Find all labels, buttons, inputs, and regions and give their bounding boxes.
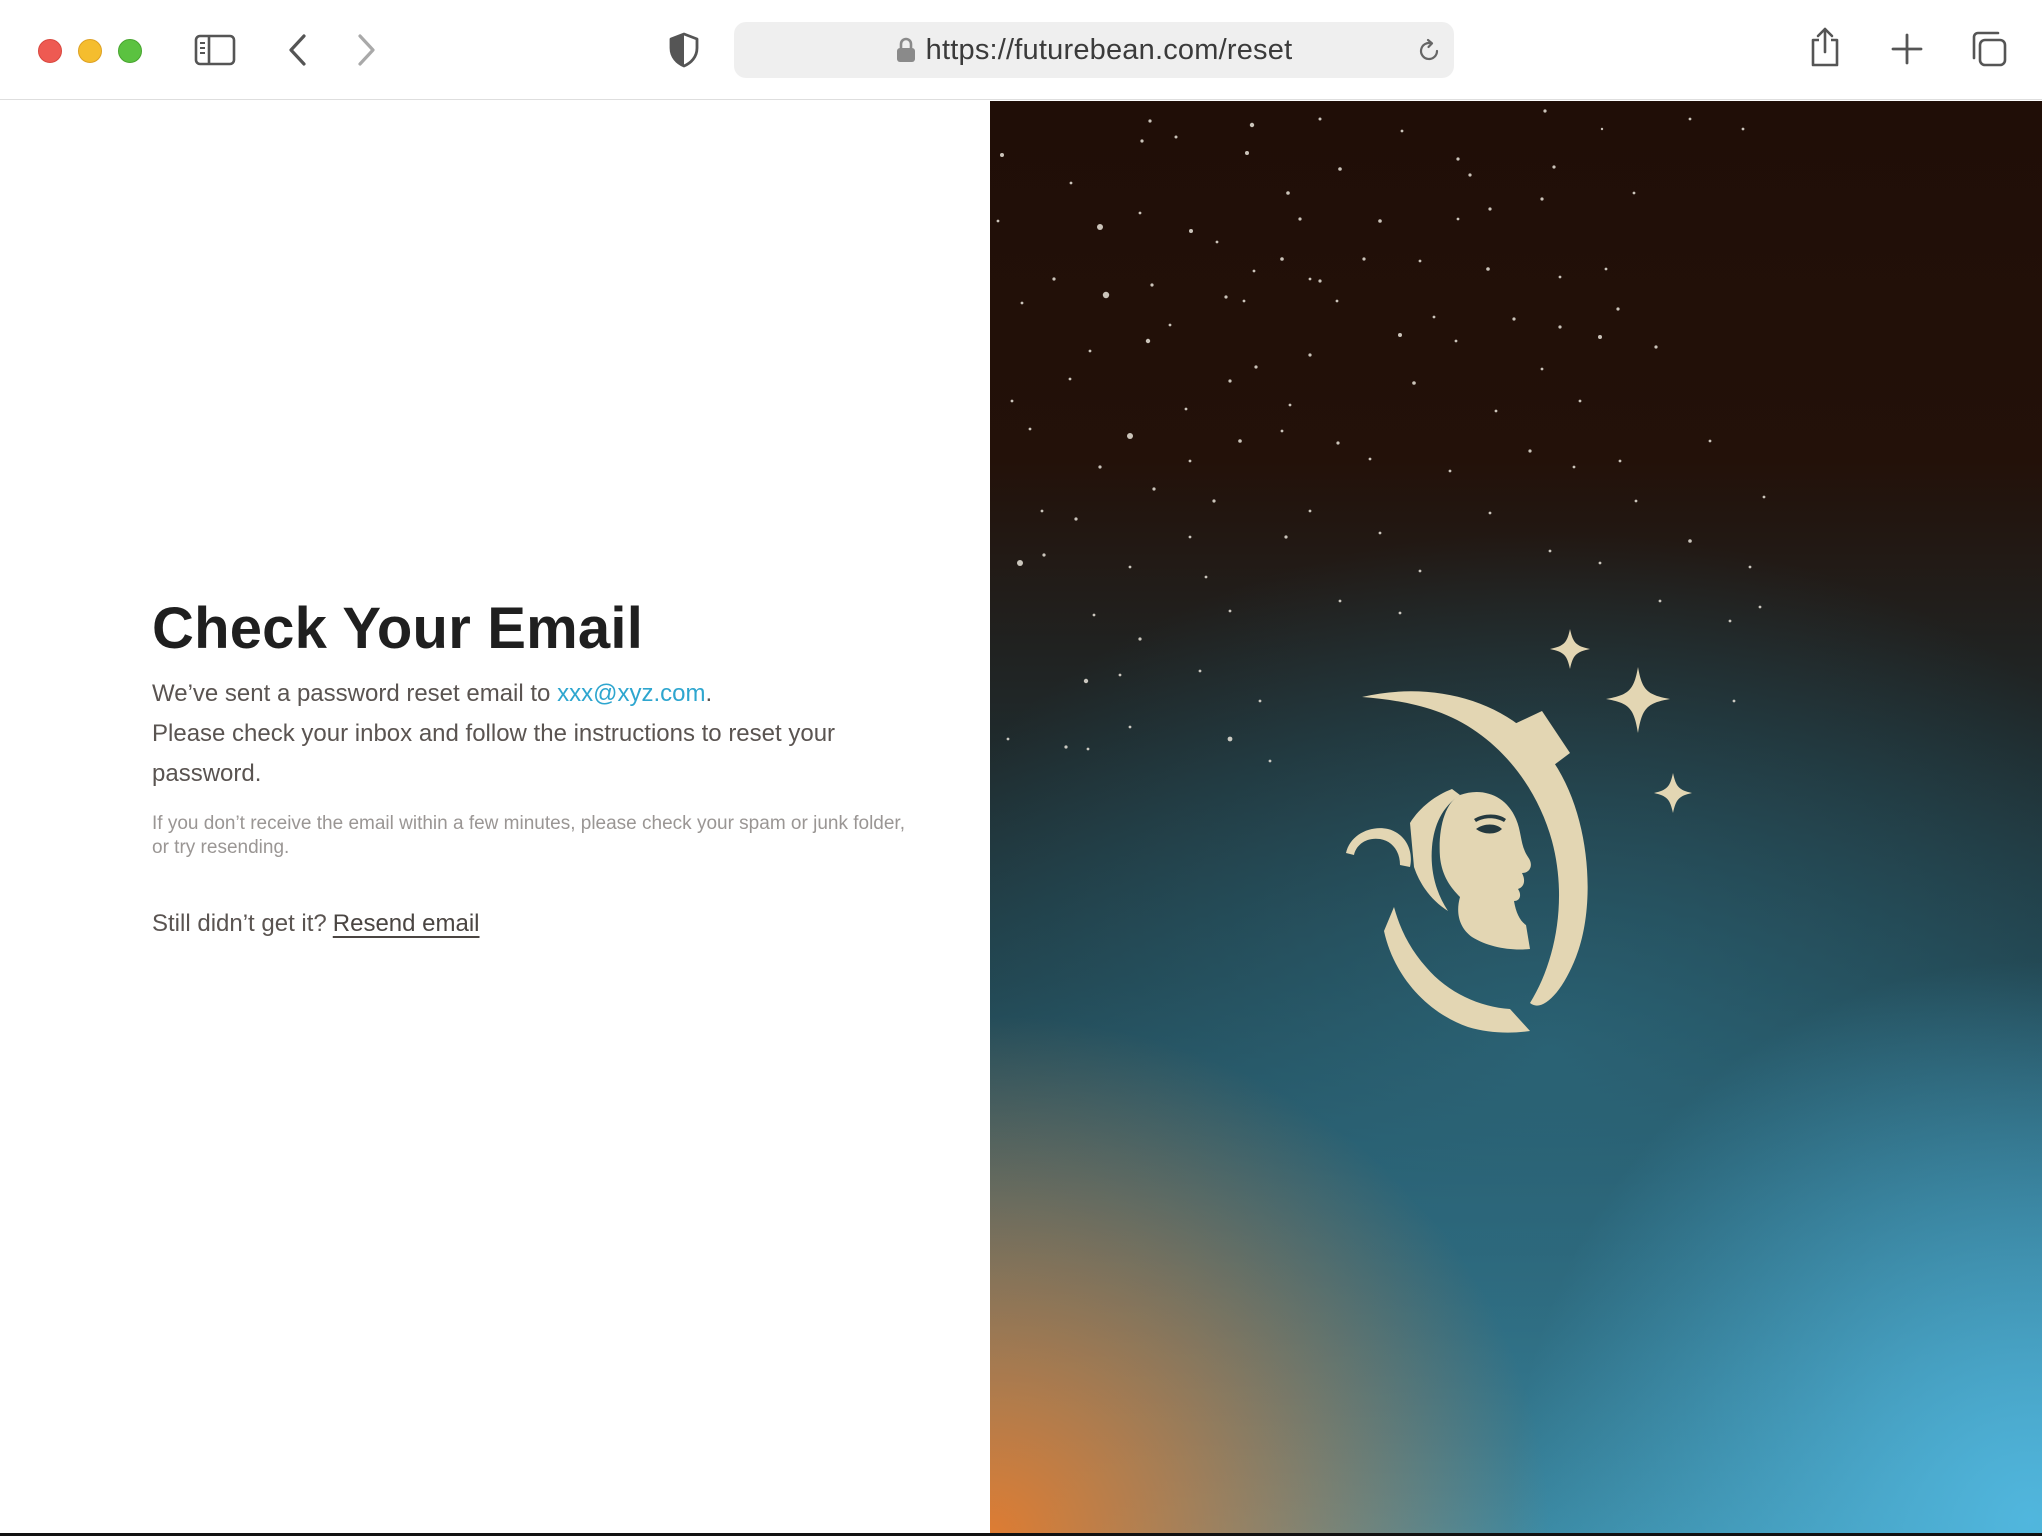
- sparkle-small-top: [1550, 629, 1590, 669]
- sparkle-large: [1606, 667, 1670, 733]
- astronaut-logo: [1346, 629, 1692, 1033]
- message-instructions: Please check your inbox and follow the i…: [152, 720, 836, 787]
- reset-confirmation-panel: Check Your Email We’ve sent a password r…: [152, 594, 912, 938]
- resend-row: Still didn’t get it? Resend email: [152, 910, 912, 938]
- hero-illustration: [990, 101, 2042, 1536]
- privacy-shield-icon[interactable]: [668, 32, 700, 68]
- confirmation-message: We’ve sent a password reset email to xxx…: [152, 674, 912, 794]
- address-bar[interactable]: https://futurebean.com/reset: [734, 22, 1454, 78]
- tab-overview-icon[interactable]: [1970, 30, 2008, 68]
- reload-icon[interactable]: [1416, 38, 1442, 64]
- resend-email-link[interactable]: Resend email: [333, 910, 480, 937]
- sidebar-toggle-icon[interactable]: [194, 34, 236, 66]
- share-icon[interactable]: [1808, 26, 1842, 68]
- message-period: .: [705, 680, 713, 707]
- resend-prompt: Still didn’t get it?: [152, 910, 327, 937]
- sparkle-small-bottom: [1654, 773, 1692, 813]
- message-prefix: We’ve sent a password reset email to: [152, 680, 558, 707]
- spam-note: If you don’t receive the email within a …: [152, 813, 905, 858]
- chevron-right-icon[interactable]: [354, 32, 378, 68]
- zoom-window-button[interactable]: [118, 39, 142, 63]
- helmet-ear: [1346, 828, 1411, 867]
- close-window-button[interactable]: [38, 39, 62, 63]
- minimize-window-button[interactable]: [78, 39, 102, 63]
- browser-toolbar: https://futurebean.com/reset: [0, 0, 2042, 100]
- lock-icon: [896, 37, 915, 62]
- plus-icon[interactable]: [1890, 32, 1924, 66]
- page-title: Check Your Email: [152, 596, 644, 661]
- url-text: https://futurebean.com/reset: [925, 33, 1293, 66]
- chevron-left-icon[interactable]: [286, 32, 310, 68]
- email-address: xxx@xyz.com: [557, 680, 706, 707]
